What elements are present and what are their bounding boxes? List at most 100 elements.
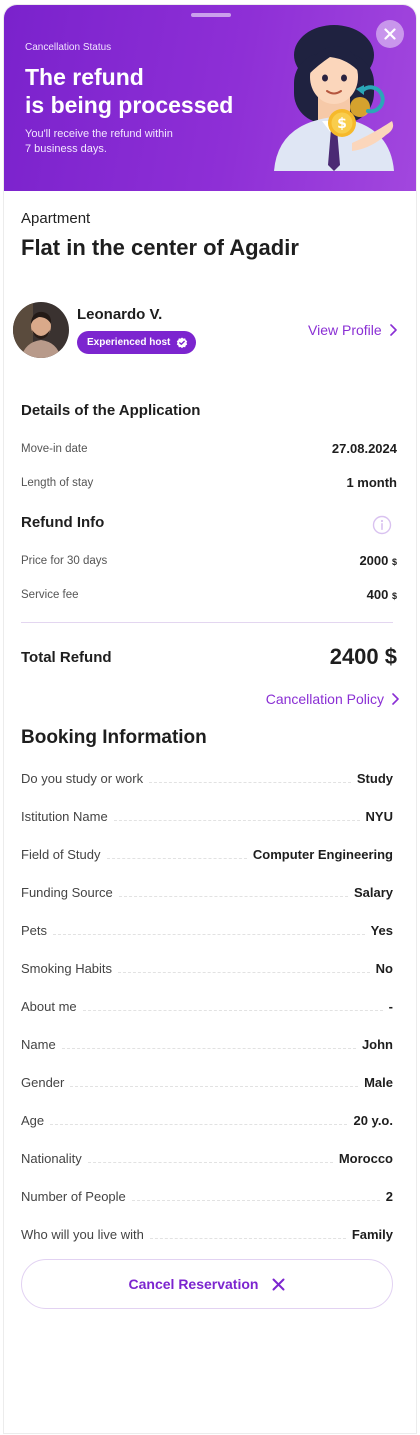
booking-row: Istitution Name NYU xyxy=(21,802,393,824)
booking-row: Do you study or work Study xyxy=(21,764,393,786)
length-of-stay-label: Length of stay xyxy=(21,477,94,489)
status-subtitle-line-1: You'll receive the refund within xyxy=(25,128,173,140)
total-refund-value: 2400 $ xyxy=(329,644,397,669)
view-profile-label: View Profile xyxy=(308,322,382,338)
status-title-line-2: is being processed xyxy=(25,92,234,118)
booking-row-label: Number of People xyxy=(21,1189,126,1204)
dotted-leader xyxy=(50,1124,348,1125)
listing-title: Flat in the center of Agadir xyxy=(21,235,299,260)
dotted-leader xyxy=(113,820,360,821)
status-subtitle-line-2: 7 business days. xyxy=(25,143,107,155)
close-button[interactable] xyxy=(376,20,404,48)
service-fee-unit: $ xyxy=(391,591,397,601)
view-profile-link[interactable]: View Profile xyxy=(308,322,397,338)
dotted-leader xyxy=(70,1086,359,1087)
status-kicker: Cancellation Status xyxy=(25,42,112,53)
booking-row: Pets Yes xyxy=(21,916,393,938)
booking-row-value: John xyxy=(361,1037,393,1052)
booking-row: Name John xyxy=(21,1030,393,1052)
booking-row-label: Smoking Habits xyxy=(21,961,113,976)
move-in-date-value: 27.08.2024 xyxy=(331,441,397,456)
service-fee-value: 400 $ xyxy=(367,587,397,602)
divider xyxy=(21,622,393,623)
booking-row-value: 20 y.o. xyxy=(353,1113,393,1128)
close-icon xyxy=(272,1278,285,1290)
booking-row: Smoking Habits No xyxy=(21,954,393,976)
service-fee-amount: 400 xyxy=(366,587,389,602)
booking-row: Nationality Morocco xyxy=(21,1144,393,1166)
booking-row-label: Nationality xyxy=(21,1151,82,1166)
booking-row-label: Who will you live with xyxy=(21,1227,144,1242)
booking-row: Who will you live with Family xyxy=(21,1220,393,1242)
booking-row: Number of People 2 xyxy=(21,1182,393,1204)
booking-row-label: Pets xyxy=(21,923,48,938)
cancel-reservation-label: Cancel Reservation xyxy=(128,1276,259,1292)
host-badge-label: Experienced host xyxy=(87,337,171,348)
booking-row-value: 2 xyxy=(385,1189,393,1204)
booking-row-value: Study xyxy=(356,771,393,786)
host-avatar[interactable] xyxy=(13,302,69,358)
dotted-leader xyxy=(149,1238,346,1239)
booking-row-value: Family xyxy=(351,1227,393,1242)
dotted-leader xyxy=(61,1048,356,1049)
status-title: The refund is being processed xyxy=(25,63,255,119)
status-title-line-1: The refund xyxy=(25,64,144,90)
booking-row: About me - xyxy=(21,992,393,1014)
status-banner: Cancellation Status The refund is being … xyxy=(4,5,416,191)
booking-row-label: Funding Source xyxy=(21,885,113,900)
booking-row-value: Yes xyxy=(370,923,393,938)
info-icon[interactable] xyxy=(372,515,392,535)
booking-row: Age 20 y.o. xyxy=(21,1106,393,1128)
price-value: 2000 $ xyxy=(359,553,397,568)
price-label: Price for 30 days xyxy=(21,555,108,567)
booking-row-label: Age xyxy=(21,1113,45,1128)
dotted-leader xyxy=(82,1010,383,1011)
dotted-leader xyxy=(87,1162,333,1163)
price-amount: 2000 xyxy=(359,553,389,568)
booking-row-value: NYU xyxy=(365,809,393,824)
verified-icon xyxy=(177,337,188,348)
booking-row-label: Gender xyxy=(21,1075,65,1090)
host-photo xyxy=(13,302,69,358)
refund-illustration: $ xyxy=(274,25,394,171)
booking-row-value: No xyxy=(375,961,393,976)
booking-row: Field of Study Computer Engineering xyxy=(21,840,393,862)
booking-info-title: Booking Information xyxy=(21,727,207,748)
cancel-reservation-button[interactable]: Cancel Reservation xyxy=(21,1259,393,1309)
booking-row-value: - xyxy=(388,999,393,1014)
refund-info-title: Refund Info xyxy=(21,514,105,531)
booking-row-value: Computer Engineering xyxy=(252,847,393,862)
booking-row-label: Name xyxy=(21,1037,56,1052)
chevron-right-icon xyxy=(389,324,397,336)
booking-row-label: Do you study or work xyxy=(21,771,144,786)
dotted-leader xyxy=(53,934,365,935)
dotted-leader xyxy=(106,858,247,859)
booking-row-value: Male xyxy=(364,1075,393,1090)
total-refund-label: Total Refund xyxy=(21,649,112,666)
status-subtitle: You'll receive the refund within 7 busin… xyxy=(25,127,215,157)
close-icon xyxy=(384,28,396,40)
length-of-stay-value: 1 month xyxy=(346,475,397,490)
booking-row-label: About me xyxy=(21,999,77,1014)
host-badge: Experienced host xyxy=(77,331,197,354)
service-fee-label: Service fee xyxy=(21,589,79,601)
dotted-leader xyxy=(131,1200,380,1201)
host-name: Leonardo V. xyxy=(77,306,163,323)
drag-handle[interactable] xyxy=(191,13,231,17)
price-unit: $ xyxy=(391,557,397,567)
booking-row: Gender Male xyxy=(21,1068,393,1090)
svg-text:$: $ xyxy=(337,116,347,132)
chevron-right-icon xyxy=(392,693,399,705)
dotted-leader xyxy=(118,972,370,973)
dotted-leader xyxy=(118,896,348,897)
move-in-date-label: Move-in date xyxy=(21,443,88,455)
listing-type: Apartment xyxy=(21,210,91,227)
booking-row-label: Istitution Name xyxy=(21,809,108,824)
booking-row-label: Field of Study xyxy=(21,847,101,862)
cancellation-policy-label: Cancellation Policy xyxy=(265,691,384,707)
booking-row: Funding Source Salary xyxy=(21,878,393,900)
booking-row-value: Salary xyxy=(353,885,393,900)
dotted-leader xyxy=(149,782,351,783)
cancellation-policy-link[interactable]: Cancellation Policy xyxy=(266,691,399,707)
details-title: Details of the Application xyxy=(21,402,201,419)
